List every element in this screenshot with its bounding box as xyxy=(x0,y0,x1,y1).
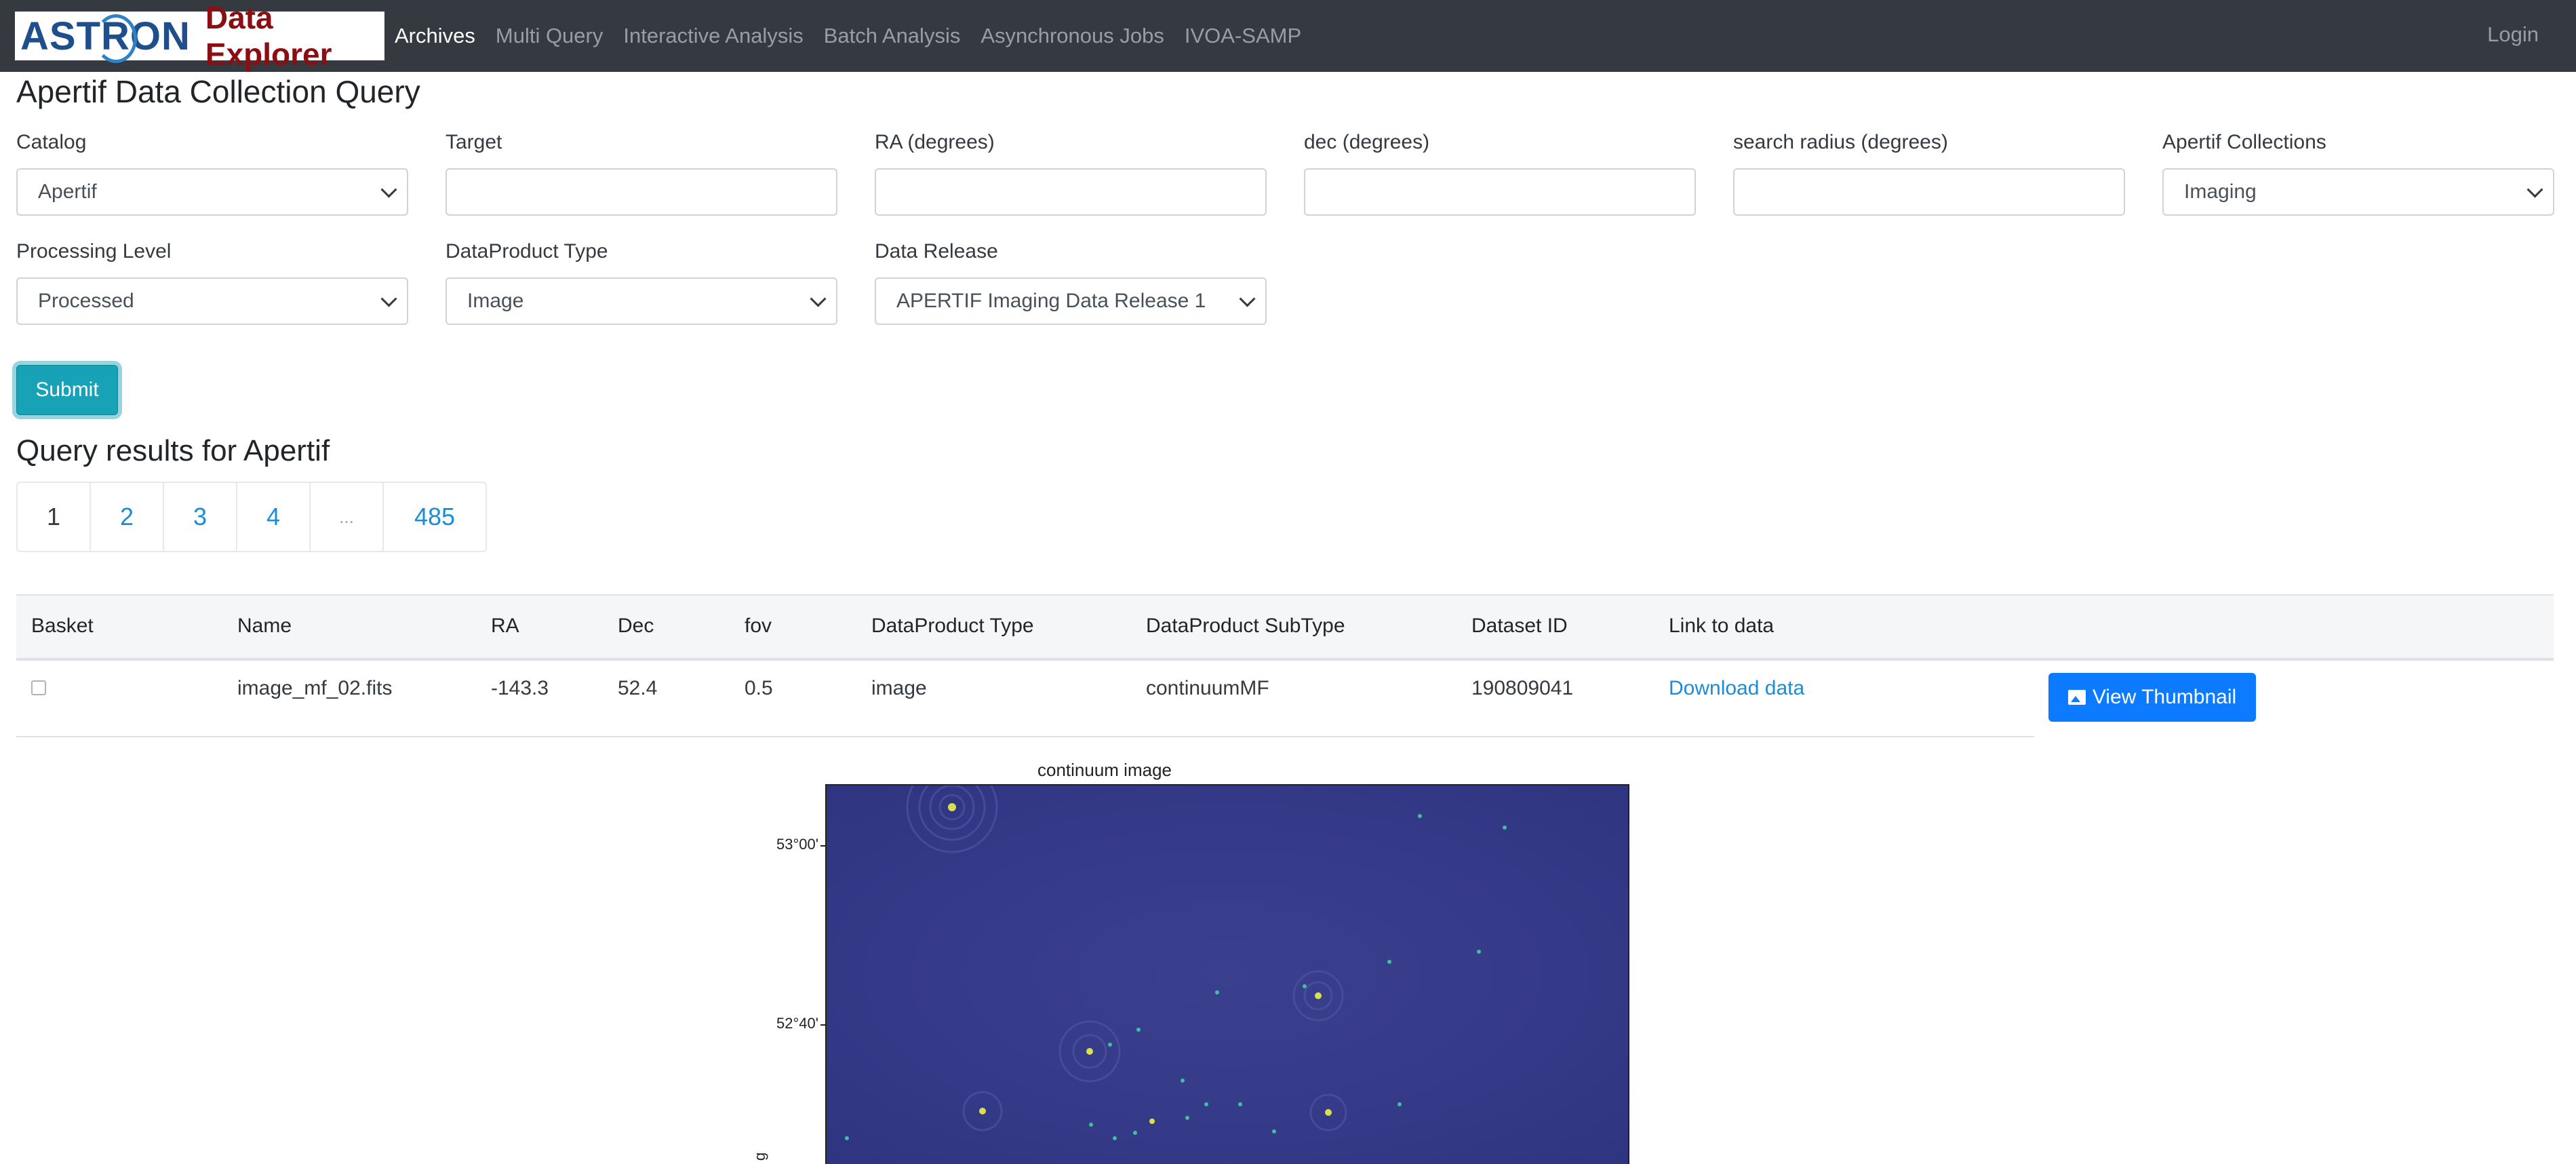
chevron-down-icon xyxy=(380,290,397,307)
nav-multi-query[interactable]: Multi Query xyxy=(496,24,603,48)
nav-archives[interactable]: Archives xyxy=(395,24,475,48)
page-link-last[interactable]: 485 xyxy=(382,482,487,552)
data-release-value: APERTIF Imaging Data Release 1 xyxy=(896,290,1206,312)
col-dataset-id[interactable]: Dataset ID xyxy=(1471,615,1568,638)
chevron-down-icon xyxy=(380,181,397,198)
nav-menu: Archives Multi Query Interactive Analysi… xyxy=(395,0,1322,72)
nav-interactive-analysis[interactable]: Interactive Analysis xyxy=(623,24,803,48)
radio-continuum-image xyxy=(825,784,1629,1164)
dataproduct-type-value: Image xyxy=(467,290,524,312)
nav-ivoa-samp[interactable]: IVOA-SAMP xyxy=(1185,24,1301,48)
radius-input[interactable] xyxy=(1733,168,2125,216)
ra-label: RA (degrees) xyxy=(875,131,995,153)
page-ellipsis: ... xyxy=(309,482,384,552)
col-link-to-data: Link to data xyxy=(1669,615,1775,637)
page-title: Apertif Data Collection Query xyxy=(16,74,420,109)
image-icon xyxy=(2067,690,2086,705)
target-label: Target xyxy=(445,131,502,153)
view-thumbnail-button[interactable]: View Thumbnail xyxy=(2048,673,2256,722)
thumbnail-figure: continuum image 53°00' 52°40' g xyxy=(719,760,1654,1164)
ytick-label: 53°00' xyxy=(776,836,818,853)
radius-label: search radius (degrees) xyxy=(1733,131,1948,153)
processing-level-label: Processing Level xyxy=(16,240,172,263)
navbar: ASTRON Data Explorer Archives Multi Quer… xyxy=(0,0,2576,72)
col-dec[interactable]: Dec xyxy=(618,615,654,638)
chevron-down-icon xyxy=(810,290,827,307)
col-basket: Basket xyxy=(31,615,94,637)
login-link[interactable]: Login xyxy=(2487,22,2539,47)
logo-ring-icon xyxy=(95,14,137,63)
thumbnail-title: continuum image xyxy=(1037,760,1172,780)
astron-logo[interactable]: ASTRON Data Explorer xyxy=(15,0,384,72)
page-link-1[interactable]: 1 xyxy=(16,482,91,552)
page-link-3[interactable]: 3 xyxy=(163,482,237,552)
collections-label: Apertif Collections xyxy=(2162,131,2326,153)
pagination: 1 2 3 4 ... 485 xyxy=(16,482,487,552)
col-fov[interactable]: fov xyxy=(745,615,772,638)
col-name[interactable]: Name xyxy=(237,615,292,638)
submit-button[interactable]: Submit xyxy=(16,365,118,415)
dec-label: dec (degrees) xyxy=(1304,131,1430,153)
row-divider xyxy=(16,736,2034,737)
data-release-label: Data Release xyxy=(875,240,998,263)
collections-value: Imaging xyxy=(2184,180,2257,203)
col-dataproduct-type[interactable]: DataProduct Type xyxy=(871,615,1034,638)
collections-select[interactable]: Imaging xyxy=(2162,168,2554,216)
catalog-select[interactable]: Apertif xyxy=(16,168,408,216)
data-release-select[interactable]: APERTIF Imaging Data Release 1 xyxy=(875,277,1267,325)
results-title: Query results for Apertif xyxy=(16,434,330,467)
col-ra[interactable]: RA xyxy=(491,615,519,638)
dec-input[interactable] xyxy=(1304,168,1696,216)
nav-asynchronous-jobs[interactable]: Asynchronous Jobs xyxy=(980,24,1164,48)
row-dec: 52.4 xyxy=(618,677,658,699)
nav-batch-analysis[interactable]: Batch Analysis xyxy=(824,24,961,48)
row-dataproduct-type: image xyxy=(871,677,927,699)
processing-level-value: Processed xyxy=(38,290,134,312)
ytick-label: 52°40' xyxy=(776,1015,818,1032)
row-name: image_mf_02.fits xyxy=(237,677,393,699)
target-input[interactable] xyxy=(445,168,837,216)
y-axis-label: g xyxy=(751,1152,769,1161)
page-link-2[interactable]: 2 xyxy=(90,482,164,552)
row-dataproduct-subtype: continuumMF xyxy=(1146,677,1269,699)
processing-level-select[interactable]: Processed xyxy=(16,277,408,325)
logo-explorer-text: Data Explorer xyxy=(205,0,332,72)
chevron-down-icon xyxy=(2527,181,2543,198)
dataproduct-type-label: DataProduct Type xyxy=(445,240,608,263)
view-thumbnail-label: View Thumbnail xyxy=(2092,686,2237,708)
catalog-value: Apertif xyxy=(38,180,97,203)
ra-input[interactable] xyxy=(875,168,1267,216)
download-data-link[interactable]: Download data xyxy=(1669,677,1804,700)
row-dataset-id: 190809041 xyxy=(1471,677,1574,699)
page-link-4[interactable]: 4 xyxy=(236,482,311,552)
catalog-label: Catalog xyxy=(16,131,87,153)
basket-checkbox[interactable] xyxy=(31,680,46,695)
row-ra: -143.3 xyxy=(491,677,549,699)
row-fov: 0.5 xyxy=(745,677,773,699)
results-table-header: Basket Name RA Dec fov DataProduct Type … xyxy=(16,594,2554,661)
dataproduct-type-select[interactable]: Image xyxy=(445,277,837,325)
col-dataproduct-subtype[interactable]: DataProduct SubType xyxy=(1146,615,1345,638)
chevron-down-icon xyxy=(1239,290,1256,307)
